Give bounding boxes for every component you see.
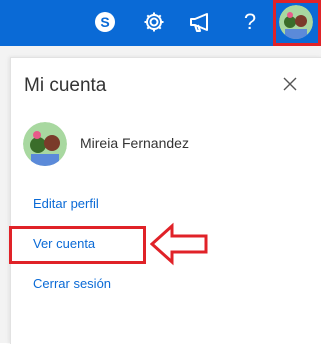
panel-title: Mi cuenta <box>24 75 107 96</box>
help-icon[interactable]: ? <box>236 8 264 36</box>
megaphone-icon[interactable] <box>187 8 215 36</box>
svg-text:S: S <box>100 14 109 30</box>
avatar[interactable] <box>279 5 313 39</box>
user-name: Mireia Fernandez <box>80 135 189 151</box>
skype-icon[interactable]: S <box>91 8 119 36</box>
arrow-pointer-icon <box>149 222 210 266</box>
edit-profile-link[interactable]: Editar perfil <box>33 196 99 211</box>
gear-icon[interactable] <box>140 8 168 36</box>
view-account-link[interactable]: Ver cuenta <box>33 236 95 251</box>
close-icon[interactable] <box>281 75 299 93</box>
profile-avatar <box>23 122 67 166</box>
sign-out-link[interactable]: Cerrar sesión <box>33 276 111 291</box>
